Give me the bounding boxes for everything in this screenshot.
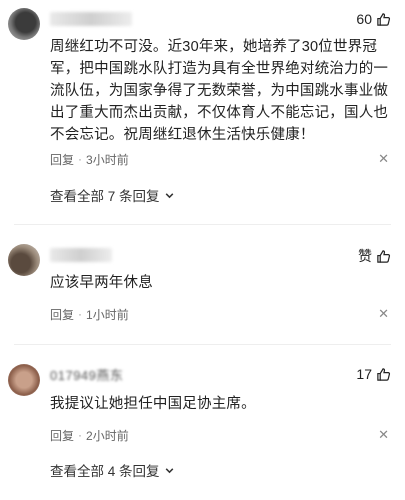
separator-dot: · xyxy=(78,152,83,166)
comment-3: 017949燕东 17 我提议让她担任中国足协主席。 回复 · 2小时前 ✕ 查… xyxy=(0,348,405,500)
like-count: 17 xyxy=(356,366,372,382)
comment-meta: 回复 · 2小时前 xyxy=(50,427,129,443)
reply-button[interactable]: 回复 xyxy=(50,427,74,444)
avatar[interactable] xyxy=(8,244,40,276)
comment-text: 周继红功不可没。近30年来，她培养了30位世界冠军，把中国跳水队打造为具有全世界… xyxy=(50,39,389,143)
reply-button[interactable]: 回复 xyxy=(50,306,74,323)
close-icon[interactable]: ✕ xyxy=(378,427,389,443)
comment-text: 应该早两年休息 xyxy=(50,275,153,291)
avatar[interactable] xyxy=(8,8,40,40)
divider xyxy=(14,344,391,345)
view-replies-button[interactable]: 查看全部 7 条回复 xyxy=(50,185,175,205)
username[interactable] xyxy=(50,247,112,263)
comment-2: 赞 应该早两年休息 回复 · 1小时前 ✕ xyxy=(0,228,405,338)
timestamp: 3小时前 xyxy=(86,152,129,167)
thumbs-up-icon xyxy=(377,12,391,26)
timestamp: 2小时前 xyxy=(86,428,129,443)
chevron-down-icon xyxy=(165,192,173,198)
avatar[interactable] xyxy=(8,364,40,396)
chevron-down-icon xyxy=(165,467,173,473)
separator-dot: · xyxy=(78,307,83,321)
divider xyxy=(14,224,391,225)
view-replies-button[interactable]: 查看全部 4 条回复 xyxy=(50,460,175,480)
timestamp: 1小时前 xyxy=(86,307,129,322)
like-count: 60 xyxy=(356,11,372,27)
like-button[interactable]: 17 xyxy=(356,366,391,382)
like-button[interactable]: 赞 xyxy=(358,246,391,266)
view-replies-label: 查看全部 4 条回复 xyxy=(50,464,160,479)
username-text: 017949燕东 xyxy=(50,367,124,383)
comment-meta: 回复 · 3小时前 xyxy=(50,151,129,167)
thumbs-up-icon xyxy=(377,249,391,263)
comment-meta: 回复 · 1小时前 xyxy=(50,306,129,322)
separator-dot: · xyxy=(78,428,83,442)
comment-1: 60 周继红功不可没。近30年来，她培养了30位世界冠军，把中国跳水队打造为具有… xyxy=(0,0,405,210)
username[interactable]: 017949燕东 xyxy=(50,366,124,383)
close-icon[interactable]: ✕ xyxy=(378,151,389,167)
like-count: 赞 xyxy=(358,248,372,264)
like-button[interactable]: 60 xyxy=(356,11,391,27)
view-replies-label: 查看全部 7 条回复 xyxy=(50,189,160,204)
thumbs-up-icon xyxy=(377,367,391,381)
username[interactable] xyxy=(50,11,132,27)
reply-button[interactable]: 回复 xyxy=(50,151,74,168)
close-icon[interactable]: ✕ xyxy=(378,306,389,322)
comment-text: 我提议让她担任中国足协主席。 xyxy=(50,396,256,412)
